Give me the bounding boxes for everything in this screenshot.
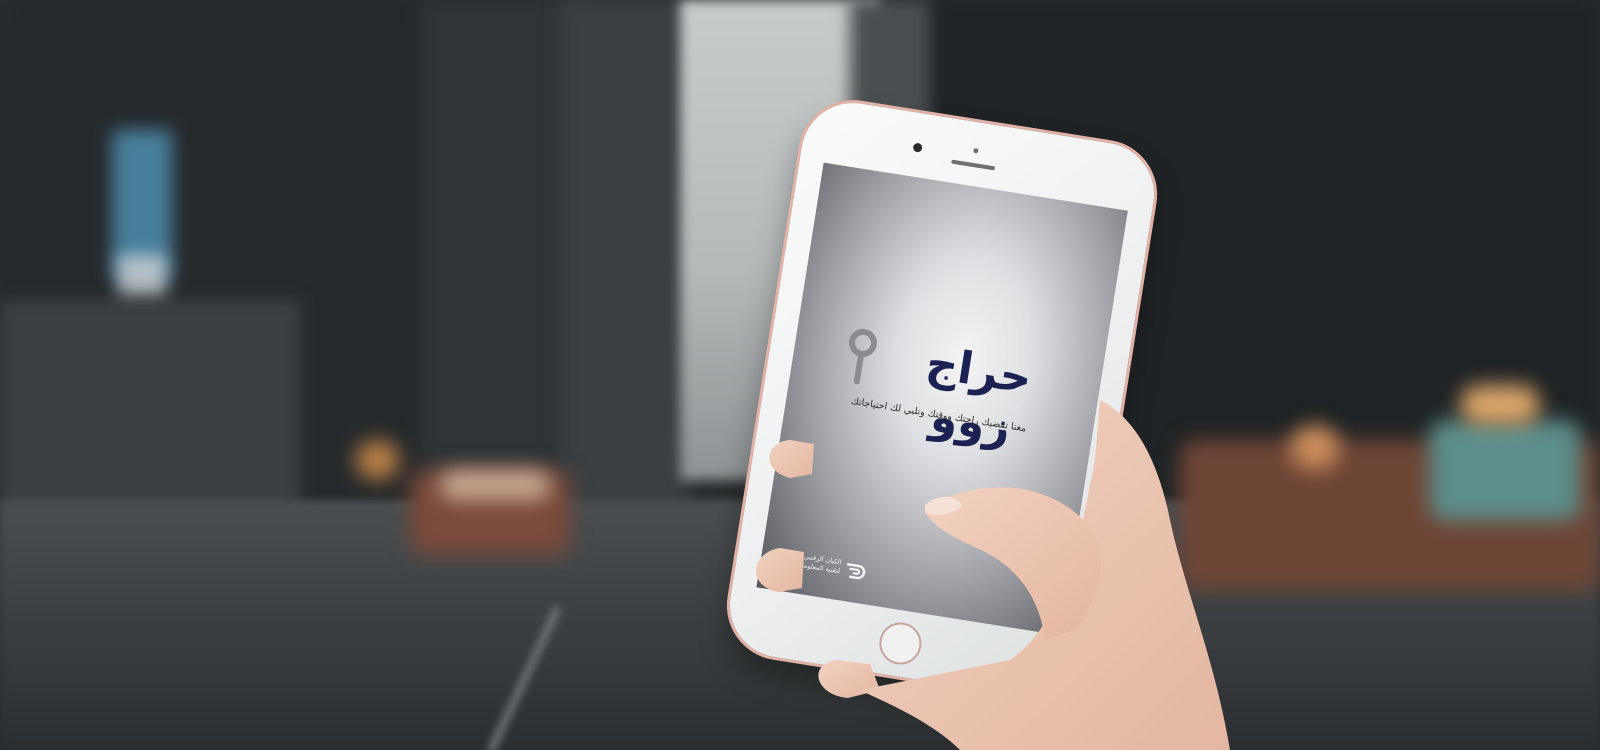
street-light [355, 440, 400, 480]
street-sign-panel [118, 255, 166, 295]
street-light [1290, 425, 1340, 470]
car-left-roof [440, 470, 550, 500]
car-right-teal [1430, 420, 1580, 520]
developer-name: الكيان الرقمي لتقنية المعلومات [780, 549, 842, 576]
app-brand-name: حراج زوو [922, 337, 1036, 454]
location-pin-icon [848, 328, 877, 385]
building-left-near [560, 0, 690, 520]
developer-logo: الكيان الرقمي لتقنية المعلومات [777, 549, 870, 587]
developer-logo-icon [846, 562, 866, 580]
car-right-light [1460, 385, 1540, 425]
